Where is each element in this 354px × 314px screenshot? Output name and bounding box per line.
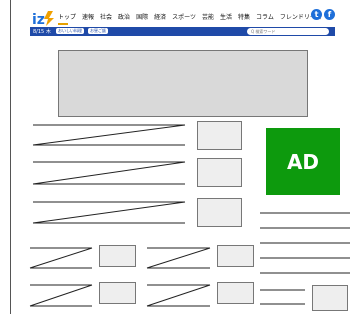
text-placeholder-lines (29, 124, 350, 307)
